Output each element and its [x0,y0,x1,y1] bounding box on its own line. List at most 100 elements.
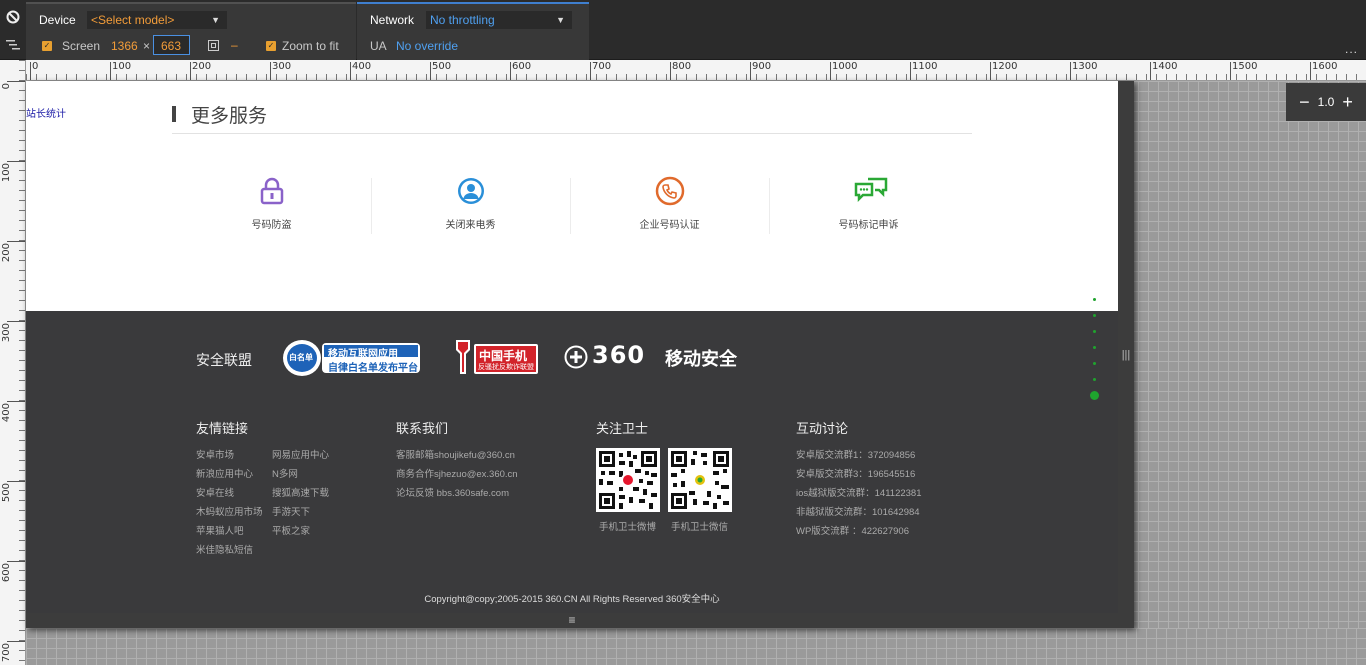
network-label: Network [370,13,415,27]
ruler-label: 500 [1,483,12,503]
network-section: Network No throttling ▼ UA No override [357,2,589,60]
chat-bubbles-icon [854,176,887,206]
ruler-label: 1100 [912,61,938,72]
360-mobile-security-logo[interactable]: 360 移动安全 [564,341,749,370]
friend-link[interactable]: 手游天下 [272,504,310,518]
screen-label: Screen [62,39,101,53]
ruler-major-tick [7,241,25,242]
media-query-icon[interactable] [0,30,26,60]
ruler-label: 1400 [1152,61,1178,72]
chevron-down-icon: ▼ [211,15,220,25]
service-item-close-callshow[interactable]: 关闭来电秀 [371,176,570,234]
discuss-title: 互动讨论 [796,421,849,436]
ruler-label: 0 [32,61,39,72]
disable-emulation-icon[interactable] [0,2,26,32]
friend-link[interactable]: 米佳隐私短信 [196,542,253,556]
ruler-label: 1600 [1312,61,1338,72]
ruler-major-tick [750,62,751,80]
page-nav-dot-active[interactable] [1090,391,1099,400]
friend-link[interactable]: 安卓在线 [196,485,234,499]
friend-link[interactable]: 网易应用中心 [272,447,329,461]
resize-handle-bottom[interactable]: ≡ [26,613,1118,628]
weixin-qr-caption: 手机卫士微信 [671,522,729,533]
service-item-anti-theft[interactable]: 号码防盗 [172,176,371,234]
page-nav-dot[interactable] [1093,362,1096,365]
ua-override-input[interactable]: No override [396,39,458,53]
page-nav-dot[interactable] [1093,330,1096,333]
ruler-label: 200 [192,61,212,72]
more-options-icon[interactable]: ... [1345,42,1358,56]
user-circle-icon [456,176,486,206]
service-item-enterprise-verify[interactable]: 企业号码认证 [570,176,769,234]
contact-email[interactable]: 客服邮箱shoujikefu@360.cn [396,447,515,461]
device-model-select[interactable]: <Select model> ▼ [87,11,227,29]
whitelist-logo[interactable]: 白名单 移动互联网应用 自律白名单发布平台 [282,338,424,378]
screen-height-input[interactable]: 663 [153,35,190,55]
zoom-to-fit-checkbox[interactable]: ✓ [266,41,276,51]
ruler-major-tick [670,62,671,80]
network-throttling-select[interactable]: No throttling ▼ [426,11,572,29]
ruler-label: 800 [672,61,692,72]
ruler-major-tick [7,641,25,642]
zoom-out-button[interactable]: − [1299,93,1310,111]
china-mobile-alliance-logo[interactable]: 中国手机 反骚扰反欺诈联盟 [450,338,540,378]
business-email[interactable]: 商务合作sjhezuo@ex.360.cn [396,466,518,480]
phone-verify-icon [655,176,685,206]
zoom-value: 1.0 [1317,95,1335,109]
weibo-qr-caption: 手机卫士微博 [599,522,657,533]
ruler-major-tick [270,62,271,80]
screen-height-value: 663 [161,39,182,53]
times-sign: × [143,39,151,53]
whitelist-badge: 白名单 [289,353,313,362]
ruler-label: 600 [1,563,12,583]
page-viewport: 站长统计 更多服务 号码防盗 关闭来电秀 企业号码认证 号码标记申诉 安全联盟 … [26,81,1118,613]
section-header: 更多服务 [172,101,972,134]
screen-width-input[interactable]: 1366 [111,39,138,53]
swap-dimensions-icon[interactable] [208,40,219,51]
device-frame: 站长统计 更多服务 号码防盗 关闭来电秀 企业号码认证 号码标记申诉 安全联盟 … [26,81,1134,628]
friend-link[interactable]: 安卓市场 [196,447,234,461]
ruler-label: 400 [1,403,12,423]
ruler-label: 100 [112,61,132,72]
section-bar [172,106,176,122]
ruler-major-tick [590,62,591,80]
ruler-major-tick [350,62,351,80]
service-item-mark-appeal[interactable]: 号码标记申诉 [769,176,968,234]
alliance-title: 安全联盟 [196,352,252,368]
ruler-major-tick [7,321,25,322]
forum-link[interactable]: 论坛反馈 bbs.360safe.com [396,485,509,499]
360-plus-icon [564,345,588,369]
site-stats-link[interactable]: 站长统计 [26,105,66,120]
ruler-major-tick [910,62,911,80]
ruler-major-tick [30,62,31,80]
page-nav-dot[interactable] [1093,298,1096,301]
360-text: 移动安全 [665,349,737,369]
friend-link[interactable]: 平板之家 [272,523,310,537]
ruler-label: 300 [1,323,12,343]
page-nav-dot[interactable] [1093,346,1096,349]
ruler-label: 900 [752,61,772,72]
ruler-major-tick [430,62,431,80]
ruler-major-tick [7,81,25,82]
friend-link[interactable]: 苹果猫人吧 [196,523,244,537]
friend-link[interactable]: 新浪应用中心 [196,466,253,480]
page-nav-dot[interactable] [1093,314,1096,317]
canvas-grid [1118,81,1366,665]
friend-link[interactable]: 木蚂蚁应用市场 [196,504,263,518]
ruler-label: 700 [1,643,12,663]
zoom-in-button[interactable]: + [1342,93,1353,111]
page-nav-dot[interactable] [1093,378,1096,381]
footer: 安全联盟 白名单 移动互联网应用 自律白名单发布平台 中国手机 反骚扰反欺诈联盟… [26,311,1118,613]
friend-link[interactable]: N多网 [272,466,298,480]
ruler-label: 1000 [832,61,858,72]
whitelist-line2: 自律白名单发布平台 [328,363,418,374]
whitelist-line1: 移动互联网应用 [328,349,398,360]
contact-title: 联系我们 [396,421,449,436]
resize-handle-right[interactable]: ||| [1118,81,1134,628]
section-title: 更多服务 [191,106,268,127]
weixin-qr-code [668,448,732,512]
friend-link[interactable]: 搜狐高速下载 [272,485,329,499]
ua-label: UA [370,39,387,53]
top-ruler: 0 100 200 300 400 500 600 700 800 900 1000 1100 1200… [26,60,1366,81]
screen-checkbox[interactable]: ✓ [42,41,52,51]
